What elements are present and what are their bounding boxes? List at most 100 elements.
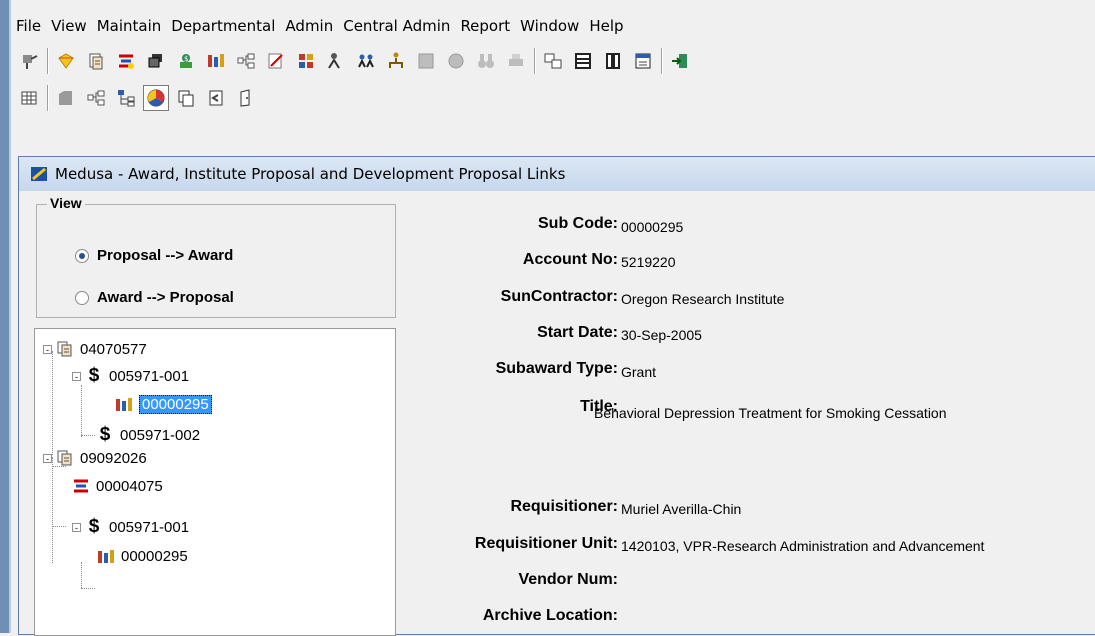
tab-icon[interactable] [53, 85, 79, 111]
vendor-num-label: Vendor Num: [518, 571, 618, 588]
secondary-toolbar [14, 81, 394, 115]
links-window: Medusa - Award, Institute Proposal and D… [18, 156, 1095, 636]
menu-maintain[interactable]: Maintain [92, 17, 167, 35]
subaward-type-label: Subaward Type: [495, 360, 618, 377]
tree-node-label: 005971-002 [120, 426, 201, 444]
toolbar-separator [47, 85, 48, 111]
tree-node-award[interactable]: - $ 005971-001 [72, 365, 189, 387]
radio-button[interactable] [75, 290, 89, 305]
menu-help[interactable]: Help [584, 17, 628, 35]
radio-label: Proposal --> Award [97, 247, 234, 264]
menu-window[interactable]: Window [515, 17, 584, 35]
window-border [0, 0, 9, 633]
menu-admin[interactable]: Admin [280, 17, 338, 35]
exit-icon[interactable] [667, 48, 693, 74]
merge-icon[interactable] [540, 48, 566, 74]
binoculars-icon[interactable] [473, 48, 499, 74]
menu-bar: File View Maintain Departmental Admin Ce… [11, 14, 1095, 38]
collapse-toggle[interactable]: - [43, 453, 52, 463]
menu-view[interactable]: View [46, 17, 92, 35]
radio-proposal-to-award[interactable]: Proposal --> Award [75, 247, 233, 264]
dollar-icon: $ [88, 365, 100, 386]
collapse-toggle[interactable]: - [43, 344, 52, 354]
requisitioner-label: Requisitioner: [510, 498, 618, 515]
start-date-label: Start Date: [537, 324, 618, 341]
app-icon [31, 167, 47, 181]
radio-button[interactable] [75, 248, 89, 263]
grid-icon[interactable] [293, 48, 319, 74]
book-icon[interactable] [203, 85, 229, 111]
menu-file[interactable]: File [11, 17, 46, 35]
sub-code-value: 00000295 [621, 219, 684, 235]
proposal-icon [56, 449, 74, 467]
archive-location-label: Archive Location: [482, 607, 618, 624]
tree-node-label: 005971-001 [109, 367, 190, 385]
proposal-icon[interactable] [83, 48, 109, 74]
window-border-inner [9, 0, 11, 633]
disabled-icon[interactable] [443, 48, 469, 74]
account-label: Account No: [522, 251, 618, 268]
tree-node-subcontract[interactable]: 00004075 [72, 475, 163, 497]
tree-icon[interactable] [233, 48, 259, 74]
menu-report[interactable]: Report [455, 17, 515, 35]
group-icon[interactable] [353, 48, 379, 74]
title-value: Behavioral Depression Treatment for Smok… [594, 405, 947, 421]
links-tree[interactable]: - 04070577 - $ 005971-001 00000295 $ 005… [34, 328, 396, 636]
sub-code-label: Sub Code: [538, 215, 618, 232]
toolbar-separator [47, 48, 48, 74]
tree-node-subaward[interactable]: 00000295 [97, 545, 188, 567]
door-icon[interactable] [233, 85, 259, 111]
tree-line [52, 457, 53, 563]
color-wheel-icon[interactable] [143, 85, 169, 111]
copy-icon[interactable] [173, 85, 199, 111]
collapse-toggle[interactable]: - [72, 371, 81, 381]
tree-node-label: 04070577 [80, 340, 147, 358]
tree-node-proposal[interactable]: - 09092026 [43, 447, 147, 469]
sign-icon[interactable] [263, 48, 289, 74]
requisitioner-unit-value: 1420103, VPR-Research Administration and… [621, 538, 985, 554]
tree-node-award[interactable]: - $ 005971-001 [72, 516, 189, 538]
menu-central-admin[interactable]: Central Admin [338, 17, 455, 35]
award-icon[interactable] [53, 48, 79, 74]
tree-line [52, 526, 66, 527]
contractor-value: Oregon Research Institute [621, 291, 785, 307]
tree-node-label: 09092026 [80, 449, 147, 467]
subaward-icon [97, 547, 115, 565]
people-icon[interactable] [323, 48, 349, 74]
tree-node-subaward[interactable]: 00000295 [115, 393, 212, 415]
tree-line [81, 385, 82, 437]
tree-icon[interactable] [83, 85, 109, 111]
disabled-icon[interactable] [413, 48, 439, 74]
tree-node-label: 00000295 [121, 547, 188, 565]
proposal-icon [56, 340, 74, 358]
org-icon[interactable] [383, 48, 409, 74]
requisitioner-value: Muriel Averilla-Chin [621, 501, 742, 517]
contractor-label: SunContractor: [500, 288, 618, 305]
columns-icon[interactable] [600, 48, 626, 74]
money-icon[interactable]: $ [173, 48, 199, 74]
tree-line [81, 435, 95, 436]
subaward-icon[interactable] [203, 48, 229, 74]
collapse-toggle[interactable]: - [72, 522, 81, 532]
list-icon[interactable] [570, 48, 596, 74]
hierarchy-icon[interactable] [113, 85, 139, 111]
requisitioner-unit-label: Requisitioner Unit: [474, 535, 618, 552]
subaward-type-value: Grant [621, 364, 657, 380]
grid-icon[interactable] [16, 85, 42, 111]
window-title-bar[interactable]: Medusa - Award, Institute Proposal and D… [19, 157, 1095, 191]
subcontract-icon [72, 477, 90, 495]
tree-node-award[interactable]: $ 005971-002 [96, 424, 200, 446]
menu-departmental[interactable]: Departmental [166, 17, 280, 35]
tree-line [81, 588, 95, 589]
tree-node-label: 00000295 [139, 394, 212, 414]
pin-icon[interactable] [16, 48, 42, 74]
window-title: Medusa - Award, Institute Proposal and D… [55, 165, 566, 183]
radio-award-to-proposal[interactable]: Award --> Proposal [75, 289, 234, 306]
negotiation-icon[interactable] [143, 48, 169, 74]
subcontract-icon[interactable] [113, 48, 139, 74]
radio-label: Award --> Proposal [97, 289, 234, 306]
calendar-icon[interactable] [630, 48, 656, 74]
tree-line [52, 351, 53, 455]
printer-icon[interactable] [503, 48, 529, 74]
tree-node-proposal[interactable]: - 04070577 [43, 338, 147, 360]
